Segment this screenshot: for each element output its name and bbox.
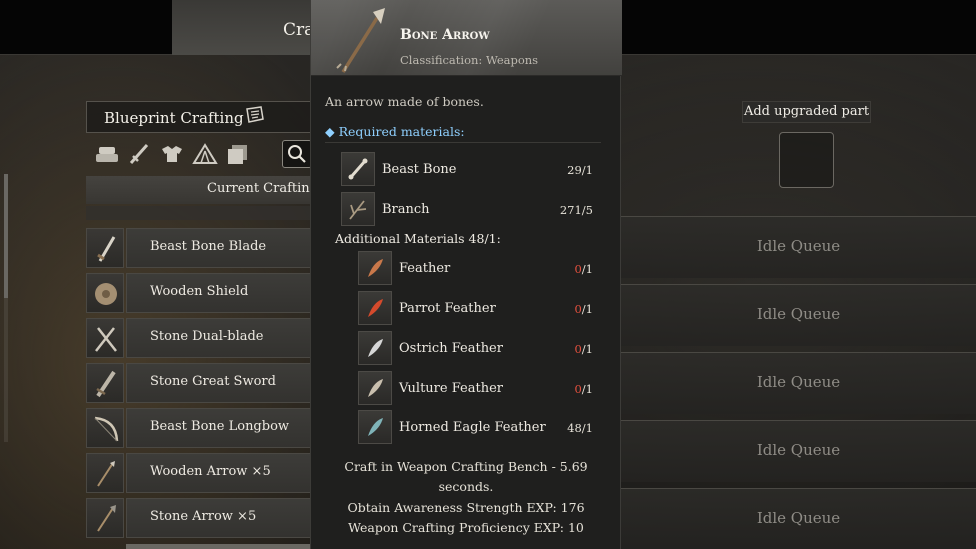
material-count: 0/1 (574, 302, 593, 316)
proficiency-exp-text: Weapon Crafting Proficiency EXP: 10 (348, 520, 584, 535)
material-name: Horned Eagle Feather (399, 420, 546, 435)
craft-queue-slot[interactable]: Idle Queue (621, 488, 976, 549)
blueprint-item-stone-dual-blade[interactable]: Stone Dual-blade (86, 318, 316, 358)
queue-status: Idle Queue (756, 509, 841, 527)
material-count: 48/1 (567, 421, 593, 435)
longbow-icon (86, 408, 124, 448)
awareness-exp-text: Obtain Awareness Strength EXP: 176 (347, 500, 585, 515)
material-row: Branch 271/5 (341, 192, 593, 228)
blueprint-item-beast-bone-longbow[interactable]: Beast Bone Longbow (86, 408, 316, 448)
queue-status: Idle Queue (756, 237, 841, 255)
upgrade-part-slot[interactable] (779, 132, 834, 188)
material-count: 29/1 (567, 163, 593, 177)
vulture-feather-icon (358, 371, 392, 405)
armor-icon[interactable] (159, 142, 185, 166)
queue-status: Idle Queue (756, 373, 841, 391)
tooltip-item-name: Bone Arrow (400, 27, 490, 43)
item-name: Stone Great Sword (150, 374, 276, 389)
material-name: Vulture Feather (399, 381, 503, 396)
parrot-feather-icon (358, 291, 392, 325)
material-row: Vulture Feather 0/1 (358, 371, 593, 407)
additional-materials-label: Additional Materials 48/1: (335, 231, 501, 246)
material-name: Parrot Feather (399, 301, 496, 316)
tooltip-header: Bone Arrow Classification: Weapons (311, 0, 622, 76)
item-name: Wooden Shield (150, 284, 249, 299)
item-name: Stone Dual-blade (150, 329, 264, 344)
bone-blade-icon (86, 228, 124, 268)
item-name: Wooden Arrow ×5 (150, 464, 271, 479)
required-materials-heading: ◆ Required materials: (325, 124, 465, 139)
craft-queue-slot[interactable]: Idle Queue (621, 352, 976, 414)
blueprint-item-wooden-arrow[interactable]: Wooden Arrow ×5 (86, 453, 316, 493)
dual-blade-icon (86, 318, 124, 358)
horned-eagle-feather-icon (358, 410, 392, 444)
branch-icon (341, 192, 375, 226)
item-name: Stone Arrow ×5 (150, 509, 257, 524)
search-button[interactable] (282, 140, 312, 168)
tooltip-classification: Classification: Weapons (400, 53, 539, 67)
item-name: Beast Bone Longbow (150, 419, 290, 434)
material-name: Branch (382, 202, 430, 217)
blueprint-title: Blueprint Crafting (104, 109, 244, 127)
tent-icon[interactable] (192, 142, 218, 166)
material-row: Feather 0/1 (358, 251, 593, 287)
material-count: 0/1 (574, 342, 593, 356)
blueprint-scroll-icon (246, 106, 264, 123)
craft-queue-slot[interactable]: Idle Queue (621, 420, 976, 482)
material-row: Beast Bone 29/1 (341, 152, 593, 188)
blueprint-scrollbar[interactable] (4, 174, 8, 442)
material-name: Feather (399, 261, 451, 276)
blueprint-item-beast-bone-blade[interactable]: Beast Bone Blade (86, 228, 316, 268)
divider (325, 142, 601, 143)
current-crafting-label: Current Crafting (207, 181, 318, 196)
required-materials-label: Required materials: (338, 124, 465, 139)
list-item-partial[interactable] (86, 206, 316, 220)
ostrich-feather-icon (358, 331, 392, 365)
item-name: Beast Bone Blade (150, 239, 267, 254)
craft-location-text: Craft in Weapon Crafting Bench - 5.69 (344, 459, 588, 474)
blueprint-item-stone-great-sword[interactable]: Stone Great Sword (86, 363, 316, 403)
blueprint-item-wooden-shield[interactable]: Wooden Shield (86, 273, 316, 313)
material-name: Beast Bone (382, 162, 457, 177)
feather-icon (358, 251, 392, 285)
tooltip-description: An arrow made of bones. (325, 94, 484, 109)
search-icon (288, 145, 306, 163)
wooden-arrow-icon (86, 453, 124, 493)
craft-queue-slot[interactable]: Idle Queue (621, 216, 976, 278)
material-count: 0/1 (574, 262, 593, 276)
stone-arrow-icon (86, 498, 124, 538)
material-row: Horned Eagle Feather 48/1 (358, 410, 593, 446)
material-count: 271/5 (559, 203, 593, 217)
item-tooltip: Bone Arrow Classification: Weapons An ar… (310, 0, 622, 549)
great-sword-icon (86, 363, 124, 403)
scrollbar-thumb[interactable] (4, 174, 8, 298)
material-name: Ostrich Feather (399, 341, 503, 356)
material-count: 0/1 (574, 382, 593, 396)
bone-arrow-icon (336, 8, 385, 73)
diamond-bullet-icon: ◆ (325, 124, 335, 139)
material-row: Parrot Feather 0/1 (358, 291, 593, 327)
add-upgraded-part-label: Add upgraded part (742, 101, 871, 123)
craft-time-text: seconds. (438, 479, 494, 494)
weapons-icon[interactable] (127, 142, 153, 166)
materials-icon[interactable] (94, 142, 120, 166)
cards-icon[interactable] (225, 142, 251, 166)
list-item-partial-bottom[interactable] (126, 544, 316, 549)
craft-queue-slot[interactable]: Idle Queue (621, 284, 976, 346)
material-row: Ostrich Feather 0/1 (358, 331, 593, 367)
beast-bone-icon (341, 152, 375, 186)
queue-status: Idle Queue (756, 441, 841, 459)
wooden-shield-icon (86, 273, 124, 313)
blueprint-item-stone-arrow[interactable]: Stone Arrow ×5 (86, 498, 316, 538)
queue-status: Idle Queue (756, 305, 841, 323)
